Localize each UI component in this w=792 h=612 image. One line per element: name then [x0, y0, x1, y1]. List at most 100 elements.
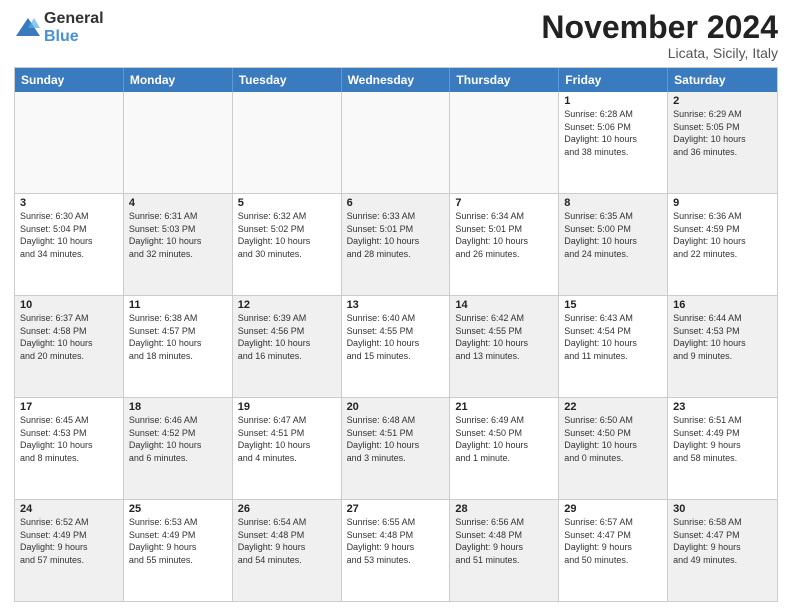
calendar-cell-day-5: 5Sunrise: 6:32 AM Sunset: 5:02 PM Daylig…: [233, 194, 342, 295]
header-day-friday: Friday: [559, 68, 668, 92]
day-info: Sunrise: 6:33 AM Sunset: 5:01 PM Dayligh…: [347, 210, 445, 260]
day-number: 17: [20, 401, 118, 413]
day-number: 23: [673, 401, 772, 413]
day-info: Sunrise: 6:40 AM Sunset: 4:55 PM Dayligh…: [347, 312, 445, 362]
calendar-cell-day-19: 19Sunrise: 6:47 AM Sunset: 4:51 PM Dayli…: [233, 398, 342, 499]
day-info: Sunrise: 6:35 AM Sunset: 5:00 PM Dayligh…: [564, 210, 662, 260]
day-number: 28: [455, 503, 553, 515]
day-number: 2: [673, 95, 772, 107]
calendar-cell-day-20: 20Sunrise: 6:48 AM Sunset: 4:51 PM Dayli…: [342, 398, 451, 499]
calendar-cell-day-12: 12Sunrise: 6:39 AM Sunset: 4:56 PM Dayli…: [233, 296, 342, 397]
day-number: 26: [238, 503, 336, 515]
day-number: 4: [129, 197, 227, 209]
day-number: 11: [129, 299, 227, 311]
location: Licata, Sicily, Italy: [541, 45, 778, 61]
calendar-cell-empty-0-0: [15, 92, 124, 193]
calendar-cell-day-21: 21Sunrise: 6:49 AM Sunset: 4:50 PM Dayli…: [450, 398, 559, 499]
day-info: Sunrise: 6:39 AM Sunset: 4:56 PM Dayligh…: [238, 312, 336, 362]
calendar-cell-day-7: 7Sunrise: 6:34 AM Sunset: 5:01 PM Daylig…: [450, 194, 559, 295]
day-info: Sunrise: 6:37 AM Sunset: 4:58 PM Dayligh…: [20, 312, 118, 362]
day-number: 21: [455, 401, 553, 413]
calendar-cell-day-2: 2Sunrise: 6:29 AM Sunset: 5:05 PM Daylig…: [668, 92, 777, 193]
day-number: 30: [673, 503, 772, 515]
day-number: 1: [564, 95, 662, 107]
calendar-cell-day-6: 6Sunrise: 6:33 AM Sunset: 5:01 PM Daylig…: [342, 194, 451, 295]
day-number: 20: [347, 401, 445, 413]
day-info: Sunrise: 6:34 AM Sunset: 5:01 PM Dayligh…: [455, 210, 553, 260]
calendar-row-2: 10Sunrise: 6:37 AM Sunset: 4:58 PM Dayli…: [15, 295, 777, 397]
day-info: Sunrise: 6:58 AM Sunset: 4:47 PM Dayligh…: [673, 516, 772, 566]
day-info: Sunrise: 6:48 AM Sunset: 4:51 PM Dayligh…: [347, 414, 445, 464]
header-day-saturday: Saturday: [668, 68, 777, 92]
day-number: 19: [238, 401, 336, 413]
day-number: 12: [238, 299, 336, 311]
calendar-cell-day-25: 25Sunrise: 6:53 AM Sunset: 4:49 PM Dayli…: [124, 500, 233, 601]
calendar-cell-day-27: 27Sunrise: 6:55 AM Sunset: 4:48 PM Dayli…: [342, 500, 451, 601]
calendar-cell-empty-0-3: [342, 92, 451, 193]
day-info: Sunrise: 6:30 AM Sunset: 5:04 PM Dayligh…: [20, 210, 118, 260]
day-info: Sunrise: 6:52 AM Sunset: 4:49 PM Dayligh…: [20, 516, 118, 566]
day-info: Sunrise: 6:46 AM Sunset: 4:52 PM Dayligh…: [129, 414, 227, 464]
day-info: Sunrise: 6:49 AM Sunset: 4:50 PM Dayligh…: [455, 414, 553, 464]
day-number: 13: [347, 299, 445, 311]
day-number: 3: [20, 197, 118, 209]
header: General Blue November 2024 Licata, Sicil…: [14, 10, 778, 61]
calendar-cell-day-23: 23Sunrise: 6:51 AM Sunset: 4:49 PM Dayli…: [668, 398, 777, 499]
day-info: Sunrise: 6:32 AM Sunset: 5:02 PM Dayligh…: [238, 210, 336, 260]
day-number: 27: [347, 503, 445, 515]
logo: General Blue: [14, 10, 104, 45]
logo-general: General: [44, 10, 104, 28]
month-title: November 2024: [541, 10, 778, 45]
title-area: November 2024 Licata, Sicily, Italy: [541, 10, 778, 61]
day-info: Sunrise: 6:55 AM Sunset: 4:48 PM Dayligh…: [347, 516, 445, 566]
day-info: Sunrise: 6:28 AM Sunset: 5:06 PM Dayligh…: [564, 108, 662, 158]
day-number: 24: [20, 503, 118, 515]
calendar-cell-day-18: 18Sunrise: 6:46 AM Sunset: 4:52 PM Dayli…: [124, 398, 233, 499]
calendar-row-1: 3Sunrise: 6:30 AM Sunset: 5:04 PM Daylig…: [15, 193, 777, 295]
day-info: Sunrise: 6:38 AM Sunset: 4:57 PM Dayligh…: [129, 312, 227, 362]
logo-blue: Blue: [44, 28, 104, 46]
header-day-sunday: Sunday: [15, 68, 124, 92]
day-number: 29: [564, 503, 662, 515]
calendar-cell-day-4: 4Sunrise: 6:31 AM Sunset: 5:03 PM Daylig…: [124, 194, 233, 295]
calendar-cell-day-9: 9Sunrise: 6:36 AM Sunset: 4:59 PM Daylig…: [668, 194, 777, 295]
day-info: Sunrise: 6:43 AM Sunset: 4:54 PM Dayligh…: [564, 312, 662, 362]
calendar-cell-day-28: 28Sunrise: 6:56 AM Sunset: 4:48 PM Dayli…: [450, 500, 559, 601]
calendar-cell-day-13: 13Sunrise: 6:40 AM Sunset: 4:55 PM Dayli…: [342, 296, 451, 397]
day-info: Sunrise: 6:53 AM Sunset: 4:49 PM Dayligh…: [129, 516, 227, 566]
day-number: 22: [564, 401, 662, 413]
day-info: Sunrise: 6:50 AM Sunset: 4:50 PM Dayligh…: [564, 414, 662, 464]
day-number: 5: [238, 197, 336, 209]
calendar-cell-day-26: 26Sunrise: 6:54 AM Sunset: 4:48 PM Dayli…: [233, 500, 342, 601]
logo-icon: [14, 14, 42, 42]
header-day-monday: Monday: [124, 68, 233, 92]
calendar-cell-day-1: 1Sunrise: 6:28 AM Sunset: 5:06 PM Daylig…: [559, 92, 668, 193]
calendar-cell-empty-0-4: [450, 92, 559, 193]
day-info: Sunrise: 6:51 AM Sunset: 4:49 PM Dayligh…: [673, 414, 772, 464]
calendar-row-3: 17Sunrise: 6:45 AM Sunset: 4:53 PM Dayli…: [15, 397, 777, 499]
day-number: 7: [455, 197, 553, 209]
day-info: Sunrise: 6:45 AM Sunset: 4:53 PM Dayligh…: [20, 414, 118, 464]
page: General Blue November 2024 Licata, Sicil…: [0, 0, 792, 612]
header-day-tuesday: Tuesday: [233, 68, 342, 92]
calendar-row-4: 24Sunrise: 6:52 AM Sunset: 4:49 PM Dayli…: [15, 499, 777, 601]
calendar-cell-day-8: 8Sunrise: 6:35 AM Sunset: 5:00 PM Daylig…: [559, 194, 668, 295]
calendar: SundayMondayTuesdayWednesdayThursdayFrid…: [14, 67, 778, 602]
header-day-thursday: Thursday: [450, 68, 559, 92]
calendar-body: 1Sunrise: 6:28 AM Sunset: 5:06 PM Daylig…: [15, 92, 777, 601]
day-info: Sunrise: 6:36 AM Sunset: 4:59 PM Dayligh…: [673, 210, 772, 260]
day-number: 8: [564, 197, 662, 209]
day-number: 16: [673, 299, 772, 311]
calendar-cell-empty-0-2: [233, 92, 342, 193]
day-info: Sunrise: 6:47 AM Sunset: 4:51 PM Dayligh…: [238, 414, 336, 464]
day-info: Sunrise: 6:29 AM Sunset: 5:05 PM Dayligh…: [673, 108, 772, 158]
day-number: 18: [129, 401, 227, 413]
calendar-cell-day-3: 3Sunrise: 6:30 AM Sunset: 5:04 PM Daylig…: [15, 194, 124, 295]
day-number: 10: [20, 299, 118, 311]
calendar-header: SundayMondayTuesdayWednesdayThursdayFrid…: [15, 68, 777, 92]
calendar-cell-day-30: 30Sunrise: 6:58 AM Sunset: 4:47 PM Dayli…: [668, 500, 777, 601]
calendar-cell-empty-0-1: [124, 92, 233, 193]
day-number: 14: [455, 299, 553, 311]
day-info: Sunrise: 6:42 AM Sunset: 4:55 PM Dayligh…: [455, 312, 553, 362]
calendar-cell-day-14: 14Sunrise: 6:42 AM Sunset: 4:55 PM Dayli…: [450, 296, 559, 397]
